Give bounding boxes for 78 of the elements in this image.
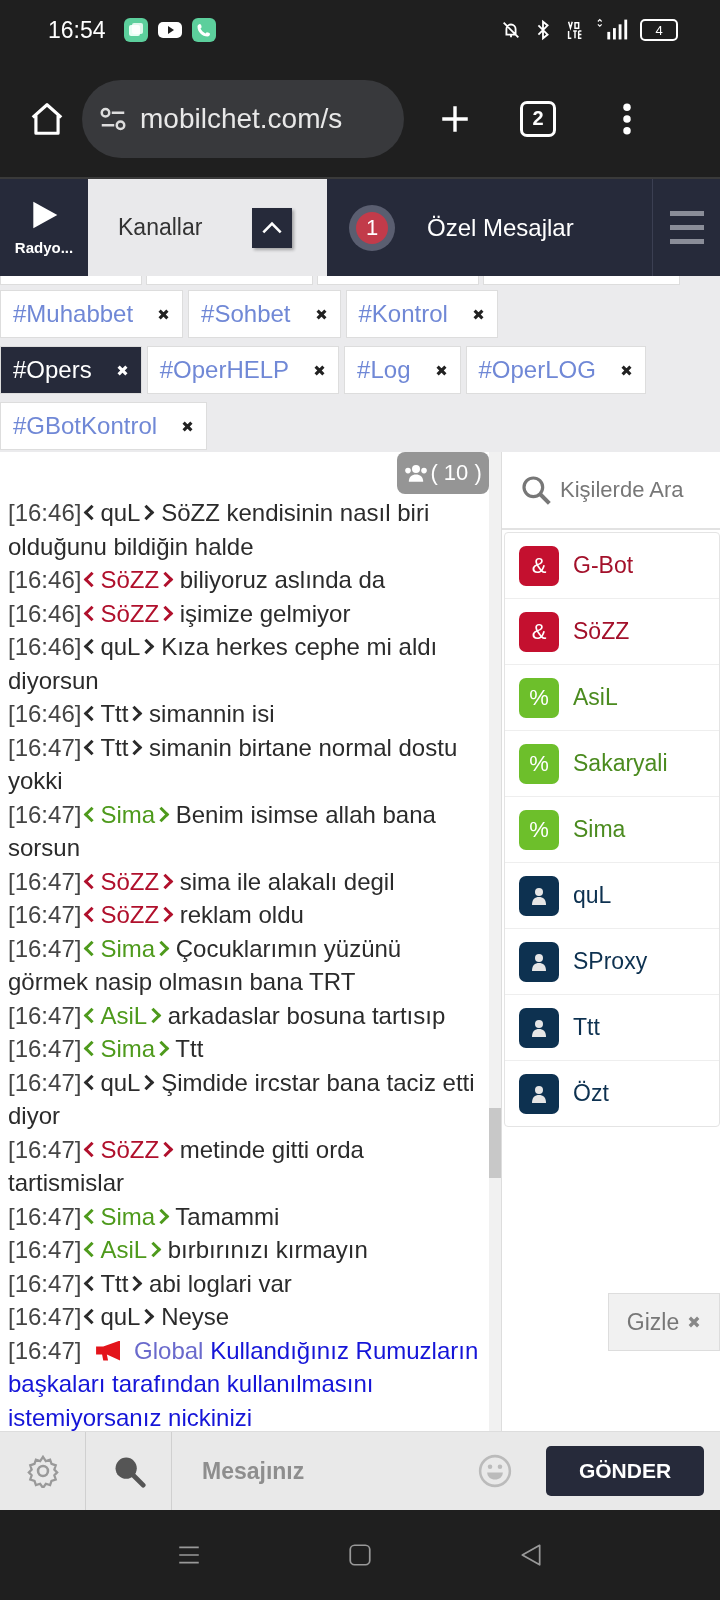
user-list-item[interactable]: quL xyxy=(505,863,719,929)
battery-level: 4 xyxy=(655,23,663,37)
user-icon xyxy=(519,875,559,916)
radio-label: Radyo... xyxy=(14,239,74,256)
user-list-item[interactable]: % AsiL xyxy=(505,665,719,731)
user-name: Sima xyxy=(573,816,626,843)
settings-icon xyxy=(25,1454,60,1488)
message-input[interactable]: Mesajınız xyxy=(172,1441,478,1501)
rank-badge: % xyxy=(519,809,559,850)
user-list-item[interactable]: % Sakaryali xyxy=(505,731,719,797)
user-list-item[interactable]: Ttt xyxy=(505,995,719,1061)
message-composer[interactable]: Mesajınız GÖNDER xyxy=(0,1431,720,1510)
user-name: SöZZ xyxy=(573,618,630,645)
user-list-item[interactable]: SProxy xyxy=(505,929,719,995)
channel-tab[interactable]: #Opers xyxy=(0,346,142,394)
user-icon xyxy=(519,1073,559,1114)
user-list-item[interactable]: % Sima xyxy=(505,797,719,863)
chat-message: [16:47] quL Neyse xyxy=(8,1302,231,1332)
channels-tab[interactable]: Kanallar xyxy=(88,179,327,276)
chat-message: [16:47] Sima Ttt xyxy=(8,1034,205,1064)
collapse-button[interactable] xyxy=(252,207,293,248)
user-name: quL xyxy=(573,882,612,909)
chat-message: [16:47] SöZZ reklam oldu xyxy=(8,900,305,930)
chat-message: [16:46] Ttt simannin isi xyxy=(8,699,276,729)
scrollbar-thumb[interactable] xyxy=(489,1108,501,1178)
user-name: G-Bot xyxy=(573,552,634,579)
chat-message: [16:47] AsiL bırbırınızı kırmayın xyxy=(8,1235,369,1265)
user-list-item[interactable]: & G-Bot xyxy=(505,533,719,599)
close-icon[interactable] xyxy=(434,363,448,377)
close-icon[interactable] xyxy=(314,307,328,321)
user-search-input[interactable]: Kişilerde Ara xyxy=(560,477,720,503)
user-icon xyxy=(519,941,559,982)
close-icon[interactable] xyxy=(619,363,633,377)
close-icon[interactable] xyxy=(313,363,327,377)
user-list-item[interactable]: Özt xyxy=(505,1061,719,1126)
chat-message: [16:47] SöZZ metinde gitti orda tartismislar xyxy=(8,1134,365,1198)
chat-message: [16:47] AsiL arkadaslar bosuna tartısıp xyxy=(8,1000,447,1031)
close-icon[interactable] xyxy=(181,419,195,433)
chat-message: [16:46] SöZZ işimize gelmiyor xyxy=(8,598,352,629)
close-icon[interactable] xyxy=(157,307,171,321)
url-text: mobilchet.com/s xyxy=(140,102,343,135)
mute-bell-icon xyxy=(500,19,522,41)
rank-badge: & xyxy=(519,611,559,652)
private-messages-label: Özel Mesajlar xyxy=(427,213,574,242)
chat-message: [16:46] SöZZ biliyoruz aslında da xyxy=(8,565,387,595)
chat-message: [16:47] Ttt abi loglari var xyxy=(8,1268,293,1299)
user-list-item[interactable]: & SöZZ xyxy=(505,599,719,665)
home-button-icon[interactable] xyxy=(347,1542,373,1568)
rank-badge: % xyxy=(519,677,559,718)
global-message: [16:47] Global Kullandığınız Rumuzların başkaları tarafından kullanılmasını istemiyorsanız nickinizi xyxy=(8,1335,480,1431)
user-name: Özt xyxy=(573,1080,609,1107)
phone-app-icon xyxy=(191,18,216,42)
user-name: AsiL xyxy=(573,684,618,711)
chat-message: [16:47] Sima Tamammi xyxy=(8,1201,281,1232)
user-name: SProxy xyxy=(573,948,648,975)
hide-button[interactable]: Gizle xyxy=(608,1293,720,1351)
radio-button[interactable]: Radyo... xyxy=(0,179,88,276)
chat-message: [16:47] SöZZ sima ile alakalı degil xyxy=(8,866,396,897)
user-name: Ttt xyxy=(573,1014,600,1041)
search-icon xyxy=(520,474,552,506)
rank-badge: & xyxy=(519,545,559,586)
close-icon[interactable] xyxy=(471,307,485,321)
address-bar[interactable]: mobilchet.com/s xyxy=(82,79,404,158)
status-time: 16:54 xyxy=(48,16,106,44)
unread-badge: 1 xyxy=(349,204,395,251)
people-icon xyxy=(404,463,429,483)
send-button[interactable]: GÖNDER xyxy=(546,1446,704,1496)
channels-label: Kanallar xyxy=(118,214,203,241)
gallery-app-icon xyxy=(123,18,148,42)
menu-icon[interactable] xyxy=(622,102,632,135)
user-name: Sakaryali xyxy=(573,750,668,777)
user-icon xyxy=(519,1007,559,1048)
chat-message: [16:47] Ttt simanin birtane normal dostu yokki xyxy=(8,732,459,796)
signal-icon xyxy=(596,18,630,42)
tab-count-button[interactable]: 2 xyxy=(520,100,556,137)
user-search-field[interactable]: Kişilerde Ara xyxy=(502,452,720,530)
close-icon xyxy=(687,1315,702,1329)
rank-badge: % xyxy=(519,743,559,784)
